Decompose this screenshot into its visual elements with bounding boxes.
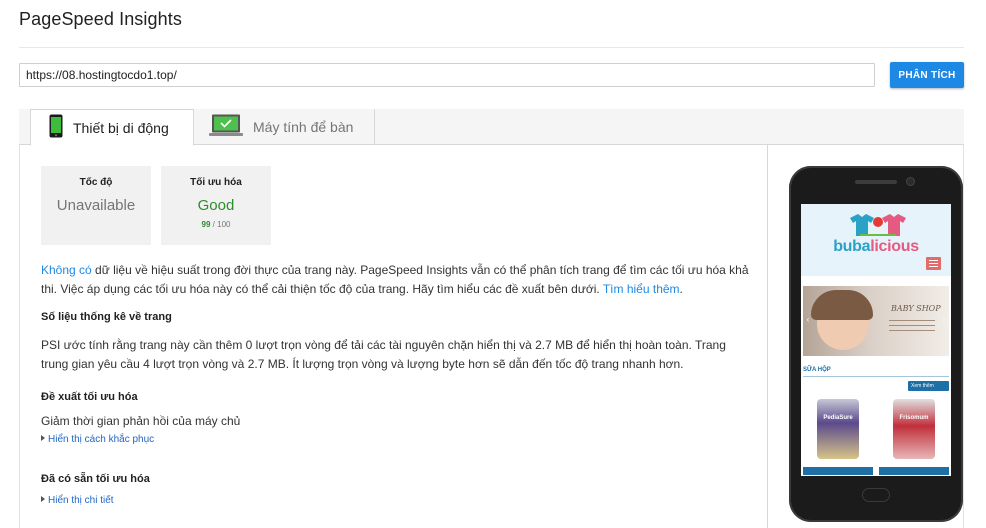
baby-clothes-icon (848, 212, 908, 238)
site-logo-part1: buba (833, 238, 871, 255)
show-details-link[interactable]: Hiển thị chi tiết (41, 495, 114, 506)
expand-arrow-icon (41, 435, 45, 441)
product-card: Frisomum (879, 395, 949, 475)
field-data-notice-end: . (679, 282, 683, 296)
tab-mobile-label: Thiết bị di động (73, 119, 169, 136)
tab-desktop-label: Máy tính để bàn (253, 119, 354, 135)
suggestions-heading: Đề xuất tối ưu hóa (41, 391, 138, 403)
chevron-right-icon: › (942, 315, 946, 324)
banner-text: BABY SHOP (891, 304, 941, 313)
product-can-label: PediaSure (823, 415, 853, 421)
show-details-label: Hiển thị chi tiết (48, 495, 114, 506)
phone-home-button (862, 488, 890, 502)
expand-arrow-icon (41, 496, 45, 502)
title-divider (19, 47, 964, 48)
page-stats-heading: Số liệu thống kê về trang (41, 311, 172, 323)
show-fix-link[interactable]: Hiển thị cách khắc phục (41, 434, 154, 445)
site-logo: bubalicious (801, 238, 951, 256)
product-can-image: PediaSure (817, 399, 859, 459)
site-header: bubalicious (801, 204, 951, 276)
page-title: PageSpeed Insights (19, 9, 182, 29)
speed-score-value: Unavailable (56, 197, 136, 214)
no-data-link[interactable]: Không có (41, 263, 92, 277)
product-price-bar (803, 467, 873, 475)
desktop-monitor-icon (209, 114, 243, 141)
optimization-score-title: Tối ưu hóa (190, 177, 242, 188)
baby-hat-shape (811, 290, 873, 320)
analyze-button[interactable]: PHÂN TÍCH (890, 62, 964, 88)
optimization-score-card: Tối ưu hóa Good 99 / 100 (161, 166, 271, 245)
show-fix-label: Hiển thị cách khắc phục (48, 434, 155, 445)
product-card: PediaSure (803, 395, 873, 475)
optimization-score-max: / 100 (212, 220, 231, 229)
product-can-image: Frisomum (893, 399, 935, 459)
field-data-notice: Không có dữ liệu về hiệu suất trong đời … (41, 261, 756, 299)
mobile-phone-icon (49, 114, 63, 141)
optimization-score-value: Good (197, 197, 235, 214)
speed-score-title: Tốc độ (79, 177, 113, 188)
phone-speaker (855, 180, 897, 184)
mobile-preview-phone: bubalicious BABY SHOP ‹ › SỮA HỘP Xem th… (789, 166, 963, 522)
page-stats-text: PSI ước tính rằng trang này cần thêm 0 l… (41, 338, 726, 371)
available-optimizations-heading: Đã có sẵn tối ưu hóa (41, 473, 150, 485)
hamburger-menu-icon (926, 257, 941, 270)
chevron-left-icon: ‹ (806, 315, 810, 324)
device-tab-bar: Thiết bị di động Máy tính để bàn (19, 109, 964, 146)
banner-caption-lines (889, 320, 935, 335)
promo-banner: BABY SHOP ‹ › (803, 286, 949, 356)
product-can-label: Frisomum (899, 415, 929, 421)
preview-divider (767, 145, 768, 528)
optimization-score-points: 99 (201, 220, 211, 229)
page-screenshot: bubalicious BABY SHOP ‹ › SỮA HỘP Xem th… (801, 204, 951, 476)
tab-mobile[interactable]: Thiết bị di động (30, 109, 194, 146)
product-price-bar (879, 467, 949, 475)
optimization-score-number: 99 / 100 (161, 220, 271, 229)
product-section-divider (803, 376, 949, 377)
phone-camera-icon (907, 178, 914, 185)
learn-more-link[interactable]: Tìm hiểu thêm (603, 282, 680, 296)
speed-score-card: Tốc độ Unavailable (41, 166, 151, 245)
view-more-badge: Xem thêm (908, 381, 949, 391)
suggestion-item: Giảm thời gian phản hồi của máy chủ (41, 414, 241, 428)
site-logo-part2: licious (870, 238, 919, 255)
product-section-label: SỮA HỘP (803, 367, 831, 373)
url-input[interactable] (19, 63, 875, 87)
tab-desktop[interactable]: Máy tính để bàn (195, 109, 375, 145)
